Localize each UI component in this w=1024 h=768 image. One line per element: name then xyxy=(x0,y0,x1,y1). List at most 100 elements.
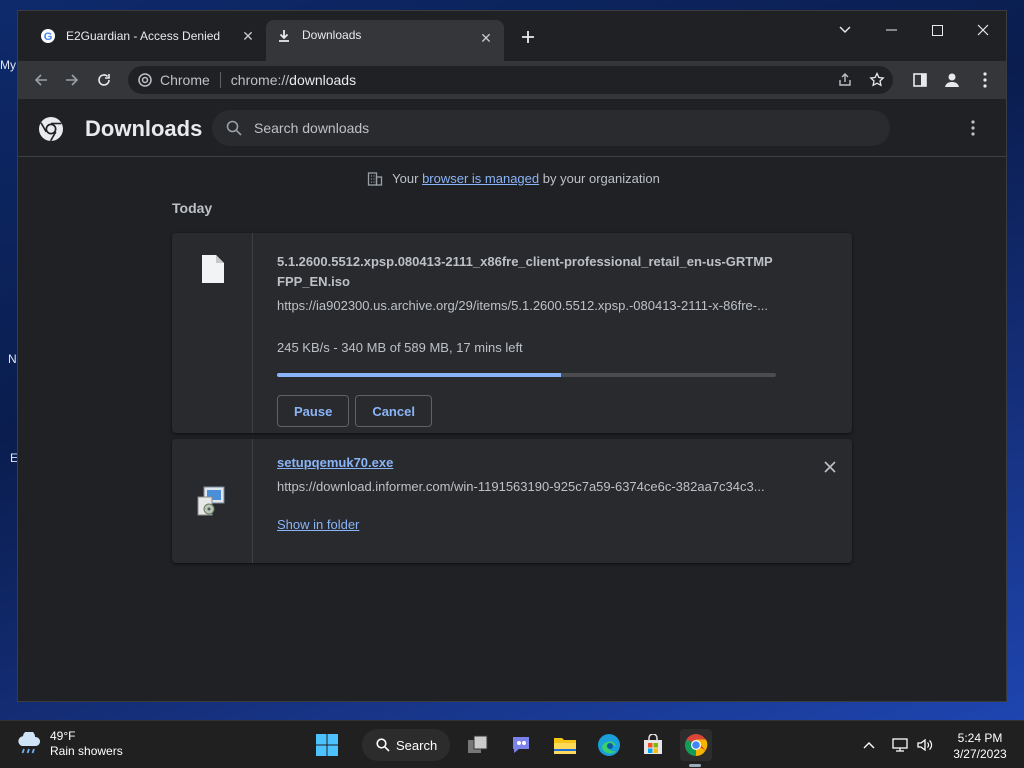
remove-download-button[interactable] xyxy=(820,457,840,477)
tab-e2guardian[interactable]: G E2Guardian - Access Denied ✕ xyxy=(30,20,266,52)
close-icon xyxy=(824,461,836,473)
arrow-right-icon xyxy=(66,74,79,86)
store-icon xyxy=(644,734,662,754)
chrome-icon xyxy=(138,73,152,87)
site-info-chip[interactable]: Chrome xyxy=(128,72,210,88)
search-downloads-box[interactable] xyxy=(212,110,890,146)
page-title: Downloads xyxy=(85,116,203,141)
download-filename: 5.1.2600.5512.xpsp.080413-2111_x86fre_cl… xyxy=(277,254,773,289)
download-body: setupqemuk70.exe https://download.inform… xyxy=(277,439,797,534)
download-icon-column xyxy=(172,439,253,563)
taskbar-search-label: Search xyxy=(396,737,438,753)
tab-strip: G E2Guardian - Access Denied ✕ Downloads… xyxy=(18,11,1006,61)
close-tab-icon[interactable]: ✕ xyxy=(238,26,258,46)
weather-description: Rain showers xyxy=(50,744,123,758)
chrome-taskbar-button[interactable] xyxy=(680,729,712,761)
edge-button[interactable] xyxy=(593,729,625,761)
file-explorer-button[interactable] xyxy=(549,729,581,761)
pause-button[interactable]: Pause xyxy=(277,395,350,427)
browser-menu-button[interactable] xyxy=(972,67,998,93)
url-host: downloads xyxy=(289,72,357,88)
close-window-button[interactable] xyxy=(960,15,1006,45)
search-input[interactable] xyxy=(254,120,854,136)
side-panel-button[interactable] xyxy=(907,67,933,93)
back-button[interactable] xyxy=(28,67,54,93)
close-icon xyxy=(977,24,989,36)
clock-time: 5:24 PM xyxy=(957,731,1003,745)
network-button[interactable] xyxy=(889,735,911,755)
reload-button[interactable] xyxy=(91,67,117,93)
edge-icon xyxy=(598,734,620,756)
clock-date: 3/27/2023 xyxy=(953,747,1007,761)
close-tab-icon[interactable]: ✕ xyxy=(476,28,496,48)
cancel-button[interactable]: Cancel xyxy=(355,395,432,427)
arrow-left-icon xyxy=(34,74,47,86)
site-info-label: Chrome xyxy=(160,72,210,88)
task-view-button[interactable] xyxy=(462,729,494,761)
tab-title: Downloads xyxy=(302,28,362,42)
show-in-folder-link[interactable]: Show in folder xyxy=(277,517,359,532)
download-progress-fill xyxy=(277,373,562,377)
kebab-icon xyxy=(983,72,987,88)
chevron-up-icon xyxy=(863,742,875,749)
browser-window: G E2Guardian - Access Denied ✕ Downloads… xyxy=(17,10,1007,702)
downloads-page: Downloads Your browser is managed by you… xyxy=(18,99,1006,701)
address-bar[interactable]: Chrome chrome://downloads xyxy=(128,66,893,94)
downloads-menu-button[interactable] xyxy=(962,117,984,139)
maximize-button[interactable] xyxy=(914,15,960,45)
installer-icon xyxy=(197,486,225,516)
download-item: setupqemuk70.exe https://download.inform… xyxy=(172,439,852,563)
forward-button[interactable] xyxy=(59,67,85,93)
maximize-icon xyxy=(931,24,943,36)
chrome-icon xyxy=(685,734,708,756)
chat-button[interactable] xyxy=(505,729,537,761)
minimize-button[interactable] xyxy=(868,15,914,45)
show-hidden-icons-button[interactable] xyxy=(858,735,880,755)
managed-suffix: by your organization xyxy=(542,170,660,186)
download-progress-bar xyxy=(277,373,776,377)
minimize-icon xyxy=(885,29,897,31)
chevron-down-icon xyxy=(839,26,851,33)
rain-cloud-icon xyxy=(18,732,41,754)
managed-prefix: Your xyxy=(392,170,419,186)
store-button[interactable] xyxy=(637,729,669,761)
bookmark-button[interactable] xyxy=(861,68,893,92)
download-icon-column xyxy=(172,233,253,433)
star-icon xyxy=(869,72,885,87)
download-url: https://download.informer.com/win-119156… xyxy=(277,479,765,494)
download-filename-link[interactable]: setupqemuk70.exe xyxy=(277,453,797,473)
taskbar: 49°F Rain showers Search 5:24 PM 3/27/20… xyxy=(0,720,1024,768)
managed-link[interactable]: browser is managed xyxy=(422,171,539,186)
volume-button[interactable] xyxy=(914,735,936,755)
managed-notice: Your browser is managed by your organiza… xyxy=(18,169,1006,187)
plus-icon xyxy=(522,31,534,43)
tab-title: E2Guardian - Access Denied xyxy=(66,29,221,43)
share-button[interactable] xyxy=(829,68,861,92)
download-icon xyxy=(276,28,292,44)
download-status: 245 KB/s - 340 MB of 589 MB, 17 mins lef… xyxy=(277,340,523,355)
page-header: Downloads xyxy=(18,99,1006,157)
url-scheme: chrome:// xyxy=(230,72,290,88)
omnibox-separator xyxy=(219,72,221,88)
tab-search-button[interactable] xyxy=(822,15,868,45)
start-button[interactable] xyxy=(311,729,343,761)
desktop-label-fragment: N xyxy=(8,352,17,366)
building-icon xyxy=(366,169,384,187)
active-app-indicator xyxy=(689,764,701,767)
new-tab-button[interactable] xyxy=(516,25,540,49)
date-section-header: Today xyxy=(172,200,213,216)
svg-text:G: G xyxy=(44,31,53,43)
download-body: 5.1.2600.5512.xpsp.080413-2111_x86fre_cl… xyxy=(277,233,797,427)
chrome-logo-icon xyxy=(39,117,63,142)
windows-logo-icon xyxy=(316,734,338,756)
search-icon xyxy=(224,118,244,138)
url-text: chrome://downloads xyxy=(231,72,356,88)
system-clock[interactable]: 5:24 PM 3/27/2023 xyxy=(946,730,1014,762)
desktop-label-fragment: My xyxy=(0,58,16,72)
tab-downloads[interactable]: Downloads ✕ xyxy=(266,20,504,61)
taskbar-search-button[interactable]: Search xyxy=(362,729,450,761)
profile-button[interactable] xyxy=(939,67,965,93)
file-icon xyxy=(202,255,224,283)
folder-icon xyxy=(554,738,576,754)
weather-widget[interactable]: 49°F Rain showers xyxy=(16,729,123,759)
